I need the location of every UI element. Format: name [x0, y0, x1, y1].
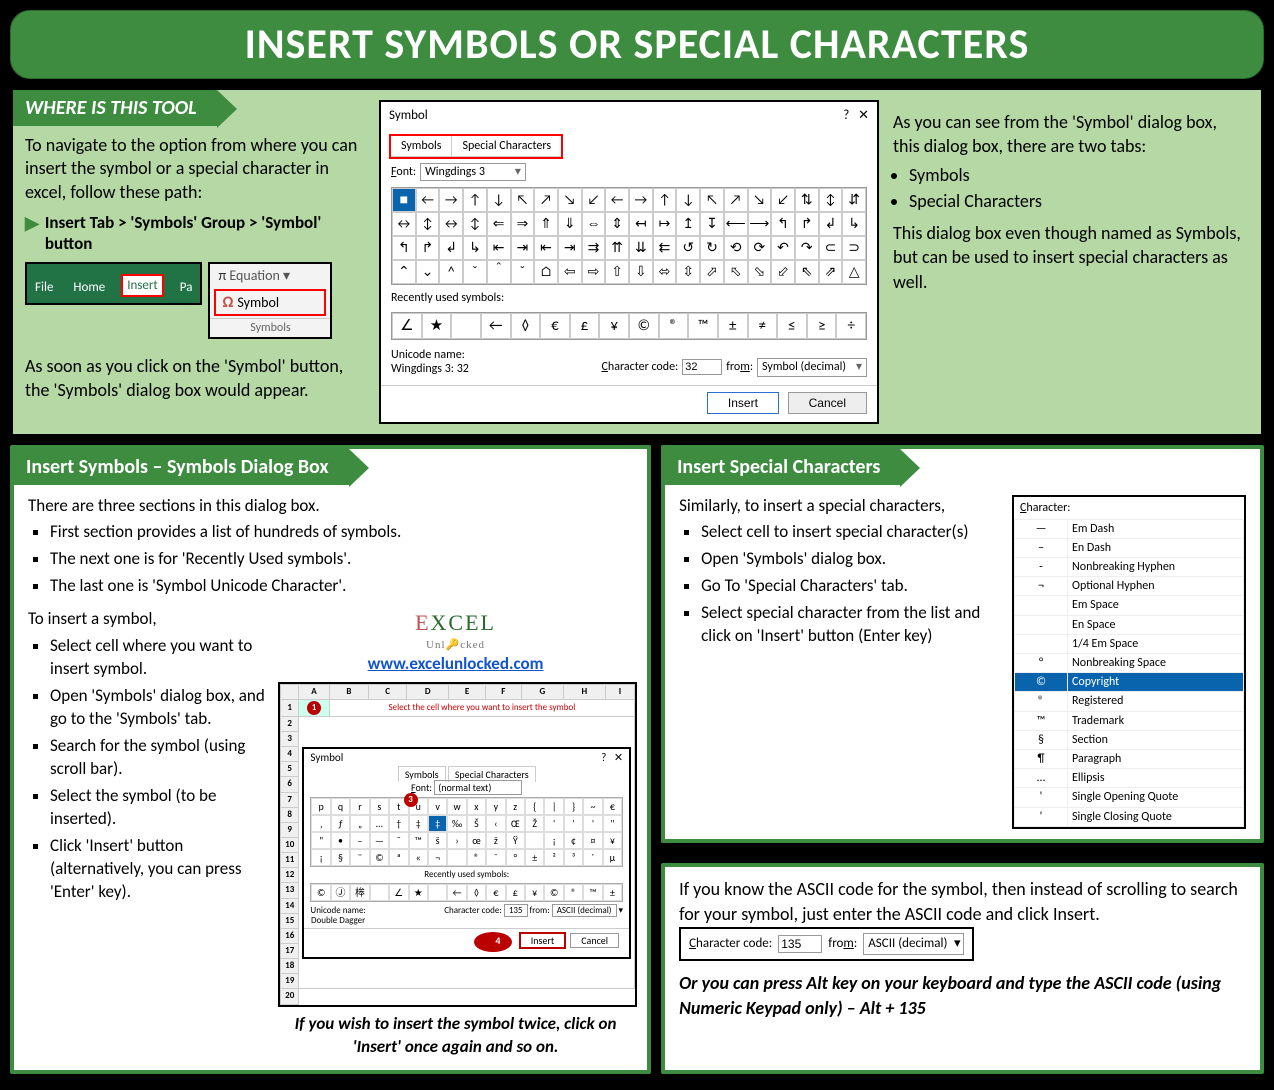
- font-select[interactable]: Wingdings 3: [420, 163, 526, 181]
- ascii-code-input[interactable]: [778, 935, 822, 953]
- char-code-label: Character code:: [601, 360, 678, 374]
- mini-grid[interactable]: pqrst3uvwxyz{|}~€‚ƒ„…†‡‡‰Š‹ŒŽ'''""•–—˜™š…: [310, 797, 623, 867]
- insert-button[interactable]: Insert: [707, 392, 779, 414]
- sec2-p2: To insert a symbol,: [28, 608, 268, 631]
- dialog-title: Symbol: [389, 108, 428, 124]
- tab-symbols[interactable]: Symbols: [391, 136, 452, 157]
- from-label: from:: [726, 360, 753, 374]
- sec3-bul: Select cell to insert special character(…: [679, 521, 1002, 648]
- symbol-button[interactable]: ΩSymbol: [214, 289, 326, 316]
- nav-path-text: Insert Tab > 'Symbols' Group > 'Symbol' …: [45, 212, 361, 254]
- recent-label: Recently used symbols:: [391, 291, 504, 305]
- sec3-p1: Similarly, to insert a special character…: [679, 495, 1002, 518]
- ascii-tip-card: If you know the ASCII code for the symbo…: [661, 863, 1264, 1075]
- ascii-from-select[interactable]: ASCII (decimal)▾: [863, 933, 964, 955]
- ascii-p2: Or you can press Alt key on your keyboar…: [679, 971, 1246, 1021]
- close-icon[interactable]: ✕: [858, 108, 869, 123]
- special-char-table[interactable]: —Em Dash–En Dash-Nonbreaking Hyphen¬Opti…: [1014, 519, 1244, 827]
- right-p2: This dialog box even though named as Sym…: [893, 221, 1245, 294]
- ascii-code-inline: Character code: from: ASCII (decimal)▾: [679, 927, 974, 961]
- logo: EXCEL Unl🔑cked: [278, 608, 633, 653]
- navigation-path: ▶ Insert Tab > 'Symbols' Group > 'Symbol…: [13, 208, 373, 258]
- mini-insert-button[interactable]: Insert: [519, 932, 567, 949]
- after-text: As soon as you click on the 'Symbol' but…: [13, 347, 373, 406]
- arrow-icon: ▶: [25, 212, 39, 234]
- group-label: Symbols: [210, 318, 330, 337]
- callout-4: 4: [474, 932, 512, 952]
- symbols-group: π Equation ▾ ΩSymbol Symbols: [208, 262, 332, 339]
- where-is-tool-section: WHERE IS THIS TOOL To navigate to the op…: [10, 87, 1264, 437]
- intro-text: To navigate to the option from where you…: [13, 126, 373, 208]
- unicode-name: Wingdings 3: 32: [391, 362, 469, 376]
- special-characters-card: Insert Special Characters Similarly, to …: [661, 445, 1264, 843]
- unicode-label: Unicode name:: [391, 348, 469, 362]
- char-code-input[interactable]: [682, 359, 722, 375]
- insert-symbols-card: Insert Symbols – Symbols Dialog Box Ther…: [10, 445, 651, 1075]
- excel-screenshot: ABCDEFGHI 11Select the cell where you wa…: [278, 682, 637, 1007]
- recent-grid[interactable]: ∠★←◊€£¥©®™±≠≤≥÷: [391, 312, 867, 340]
- sec2-p1: There are three sections in this dialog …: [28, 495, 633, 518]
- ribbon-tab-pa[interactable]: Pa: [176, 278, 197, 297]
- section-header-special: Insert Special Characters: [665, 449, 900, 485]
- sec2-bul2: Select cell where you want to insert sym…: [28, 635, 268, 903]
- tab-special-chars[interactable]: Special Characters: [452, 136, 561, 157]
- mini-cancel-button[interactable]: Cancel: [570, 933, 619, 948]
- section-header-where: WHERE IS THIS TOOL: [13, 90, 217, 126]
- right-bullets: Symbols Special Characters: [893, 163, 1245, 214]
- section-header-symbols: Insert Symbols – Symbols Dialog Box: [14, 449, 349, 485]
- page-title: INSERT SYMBOLS OR SPECIAL CHARACTERS: [10, 10, 1264, 79]
- symbol-grid[interactable]: ■←→↑↓↖↗↘↙←→↑↓↖↗↘↙⇅↕⇵↔↕↔↕⇐⇒⇑⇓⇔⇕↤↦↥↧⟵⟶↰↱↲↳…: [391, 187, 867, 285]
- sec2-bul1: First section provides a list of hundred…: [28, 521, 633, 598]
- callout-1: 1: [307, 701, 321, 715]
- equation-button[interactable]: π Equation ▾: [210, 264, 330, 287]
- ascii-p1: If you know the ASCII code for the symbo…: [679, 878, 1238, 925]
- right-p1: As you can see from the 'Symbol' dialog …: [893, 110, 1245, 159]
- website-link[interactable]: www.excelunlocked.com: [278, 653, 633, 676]
- omega-icon: Ω: [222, 293, 233, 312]
- ribbon-tab-home[interactable]: Home: [69, 278, 109, 297]
- special-char-list: Character: —Em Dash–En Dash-Nonbreaking …: [1012, 495, 1246, 829]
- insert-twice-tip: If you wish to insert the symbol twice, …: [278, 1007, 633, 1061]
- cancel-button[interactable]: Cancel: [788, 392, 867, 414]
- symbol-dialog: Symbol ? ✕ Symbols Special Characters Fo…: [379, 100, 879, 424]
- font-label: Font:: [391, 165, 416, 179]
- ribbon-tabs: File Home Insert Pa: [25, 262, 202, 305]
- from-select[interactable]: Symbol (decimal): [757, 358, 867, 376]
- dialog-controls: ? ✕: [843, 108, 869, 124]
- mini-recent[interactable]: ©Ⓙ桳∠★←◊€£¥©®™±: [310, 883, 623, 902]
- mini-symbol-dialog: Symbol? ✕ Symbols Special Characters Fon…: [302, 747, 631, 959]
- ribbon-tab-file[interactable]: File: [31, 278, 57, 297]
- help-icon[interactable]: ?: [843, 108, 849, 123]
- ribbon-tab-insert[interactable]: Insert: [121, 274, 164, 297]
